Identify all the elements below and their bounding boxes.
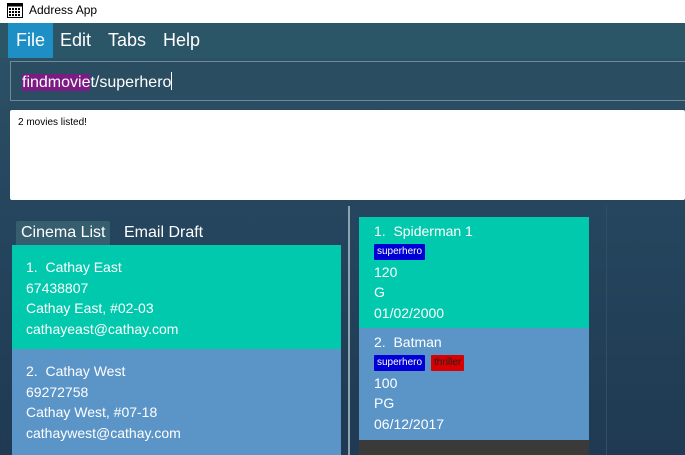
cinema-index: 1. xyxy=(26,259,38,275)
cinema-name: Cathay West xyxy=(45,363,126,379)
menu-bar: File Edit Tabs Help xyxy=(0,23,685,58)
movie-rating: G xyxy=(374,284,385,300)
movie-tags: superhero xyxy=(374,242,574,262)
menu-file[interactable]: File xyxy=(8,23,54,58)
result-message: 2 movies listed! xyxy=(18,117,87,128)
command-text: findmoviet/superhero xyxy=(22,72,173,93)
calendar-icon xyxy=(7,3,23,18)
tab-email-draft[interactable]: Email Draft xyxy=(119,221,208,245)
menu-edit[interactable]: Edit xyxy=(52,23,99,58)
movie-title: 2. Batman xyxy=(374,332,574,353)
text-cursor xyxy=(171,72,173,90)
command-rest: t/superhero xyxy=(90,74,172,91)
movie-date: 06/12/2017 xyxy=(374,415,445,432)
movie-index: 1. xyxy=(374,223,386,239)
cinema-address: Cathay West, #07-18 xyxy=(26,404,158,420)
movie-duration: 100 xyxy=(374,374,398,391)
panel-divider xyxy=(606,206,607,455)
command-input[interactable]: findmoviet/superhero xyxy=(10,61,685,101)
cinema-phone: 69272758 xyxy=(26,383,89,400)
cinema-email: cathaywest@cathay.com xyxy=(26,424,181,441)
movie-name: Batman xyxy=(393,334,442,350)
movie-index: 2. xyxy=(374,334,386,350)
cinema-name: Cathay East xyxy=(45,259,122,275)
movie-title: 1. Spiderman 1 xyxy=(374,221,574,242)
cinema-phone: 67438807 xyxy=(26,279,89,296)
tag-badge: superhero xyxy=(374,354,426,371)
menu-tabs[interactable]: Tabs xyxy=(100,23,154,58)
result-display: 2 movies listed! xyxy=(10,110,685,200)
movie-name: Spiderman 1 xyxy=(393,223,473,239)
movie-card[interactable]: 2. Batman superhero thriller 100 PG 06/1… xyxy=(359,328,589,440)
split-pane-divider[interactable] xyxy=(348,206,350,455)
menu-help[interactable]: Help xyxy=(155,23,208,58)
cinema-title: 1. Cathay East xyxy=(26,257,327,278)
cinema-title: 2. Cathay West xyxy=(26,361,327,382)
movie-card[interactable]: 1. Spiderman 1 superhero 120 G 01/02/200… xyxy=(359,217,589,328)
window-title: Address App xyxy=(29,3,98,17)
title-bar: Address App xyxy=(0,0,685,23)
cinema-email: cathayeast@cathay.com xyxy=(26,320,179,337)
movie-tags: superhero thriller xyxy=(374,353,574,373)
cinema-index: 2. xyxy=(26,363,38,379)
tab-cinema-list[interactable]: Cinema List xyxy=(16,221,111,245)
cinema-card[interactable]: 2. Cathay West 69272758 Cathay West, #07… xyxy=(12,349,341,455)
app-window: File Edit Tabs Help findmoviet/superhero… xyxy=(0,23,685,455)
tag-badge: superhero xyxy=(374,243,426,260)
movie-date: 01/02/2000 xyxy=(374,304,445,321)
cinema-card[interactable]: 1. Cathay East 67438807 Cathay East, #02… xyxy=(12,245,341,349)
cinema-address: Cathay East, #02-03 xyxy=(26,300,154,316)
movie-rating: PG xyxy=(374,395,395,411)
command-highlight: findmovie xyxy=(22,74,91,91)
tag-badge: thriller xyxy=(431,354,465,371)
movie-duration: 120 xyxy=(374,263,398,280)
